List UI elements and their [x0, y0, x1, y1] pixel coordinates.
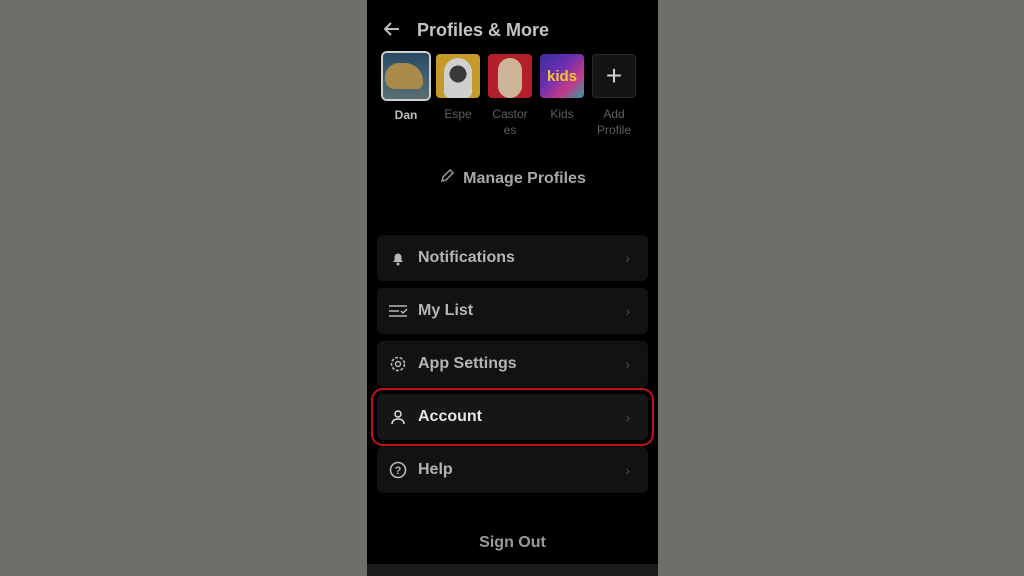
add-label-line2: Profile [596, 123, 631, 137]
profile-kids[interactable]: kids Kids [539, 54, 585, 138]
profile-name: Castor es [492, 106, 527, 138]
page-title: Profiles & More [417, 19, 550, 40]
list-check-icon [387, 300, 409, 322]
kids-logo: kids [546, 67, 577, 85]
pencil-icon [439, 168, 455, 189]
header: Profiles & More [383, 16, 549, 44]
manage-profiles-button[interactable]: Manage Profiles [367, 168, 658, 189]
manage-profiles-label: Manage Profiles [463, 169, 586, 187]
menu-item-my-list[interactable]: My List › [377, 288, 648, 334]
profile-dan[interactable]: Dan [383, 53, 429, 138]
add-profile[interactable]: + Add Profile [591, 54, 637, 138]
chevron-right-icon: › [625, 303, 630, 319]
menu-item-label: Notifications [418, 249, 515, 266]
plus-icon[interactable]: + [592, 54, 636, 98]
svg-text:?: ? [395, 465, 402, 477]
menu-list: Notifications › My List › App Settings ›… [371, 235, 654, 500]
status-bar [367, 0, 658, 4]
profiles-more-screen: Profiles & More Dan Espe Castor es kids K… [367, 0, 658, 576]
menu-item-label: Help [418, 461, 453, 478]
menu-item-app-settings[interactable]: App Settings › [377, 341, 648, 387]
profile-name: Dan [394, 108, 418, 122]
menu-item-notifications[interactable]: Notifications › [377, 235, 648, 281]
add-label-line1: Add [603, 107, 625, 121]
chevron-right-icon: › [625, 462, 630, 478]
back-arrow-icon[interactable] [383, 20, 403, 40]
sign-out-button[interactable]: Sign Out [367, 534, 658, 552]
question-circle-icon: ? [387, 459, 409, 481]
menu-item-help[interactable]: ? Help › [377, 447, 648, 493]
profile-list: Dan Espe Castor es kids Kids + Add Profile [383, 53, 643, 138]
profile-name: Add Profile [597, 106, 631, 138]
chevron-right-icon: › [625, 250, 630, 266]
bell-icon [387, 247, 409, 269]
profile-name: Espe [444, 107, 472, 121]
avatar-dan[interactable] [383, 53, 429, 99]
profile-castores[interactable]: Castor es [487, 54, 533, 138]
profile-name-line2: es [503, 123, 517, 137]
avatar-kids[interactable]: kids [540, 54, 584, 98]
profile-name: Kids [550, 107, 574, 121]
chevron-right-icon: › [625, 356, 630, 372]
user-icon [387, 406, 409, 428]
profile-espe[interactable]: Espe [435, 54, 481, 138]
menu-item-account[interactable]: Account › [371, 388, 654, 446]
chevron-right-icon: › [625, 409, 630, 425]
avatar-espe[interactable] [436, 54, 480, 98]
menu-item-label: Account [418, 408, 482, 425]
avatar-castores[interactable] [488, 54, 532, 98]
profile-name-line1: Castor [492, 107, 528, 121]
bottom-bar [367, 564, 658, 576]
gear-icon [387, 353, 409, 375]
menu-item-label: My List [418, 302, 474, 319]
menu-item-label: App Settings [418, 355, 517, 372]
